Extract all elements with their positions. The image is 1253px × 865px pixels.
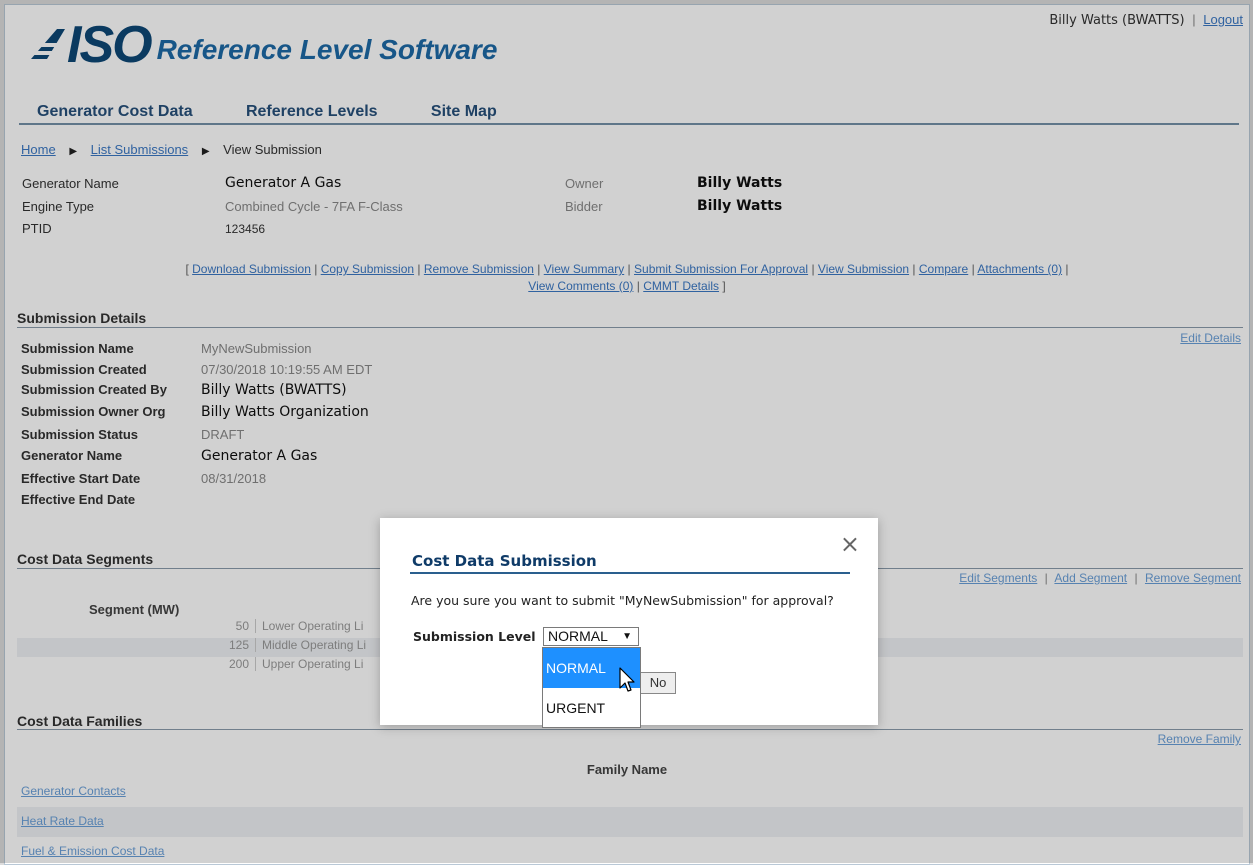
no-button[interactable]: No — [640, 672, 676, 694]
option-urgent[interactable]: URGENT — [543, 688, 640, 728]
dialog-message: Are you sure you want to submit "MyNewSu… — [411, 593, 834, 608]
selected-value: NORMAL — [548, 628, 608, 644]
modal-overlay — [0, 0, 1253, 863]
mouse-cursor-icon — [619, 667, 635, 692]
submission-level-select[interactable]: NORMAL ▼ — [543, 627, 639, 646]
divider — [410, 572, 850, 574]
submission-dialog: × Cost Data Submission Are you sure you … — [380, 518, 878, 728]
dialog-title: Cost Data Submission — [412, 552, 597, 570]
submission-level-label: Submission Level — [413, 629, 536, 644]
close-icon[interactable]: × — [840, 530, 860, 558]
chevron-down-icon: ▼ — [622, 631, 632, 642]
